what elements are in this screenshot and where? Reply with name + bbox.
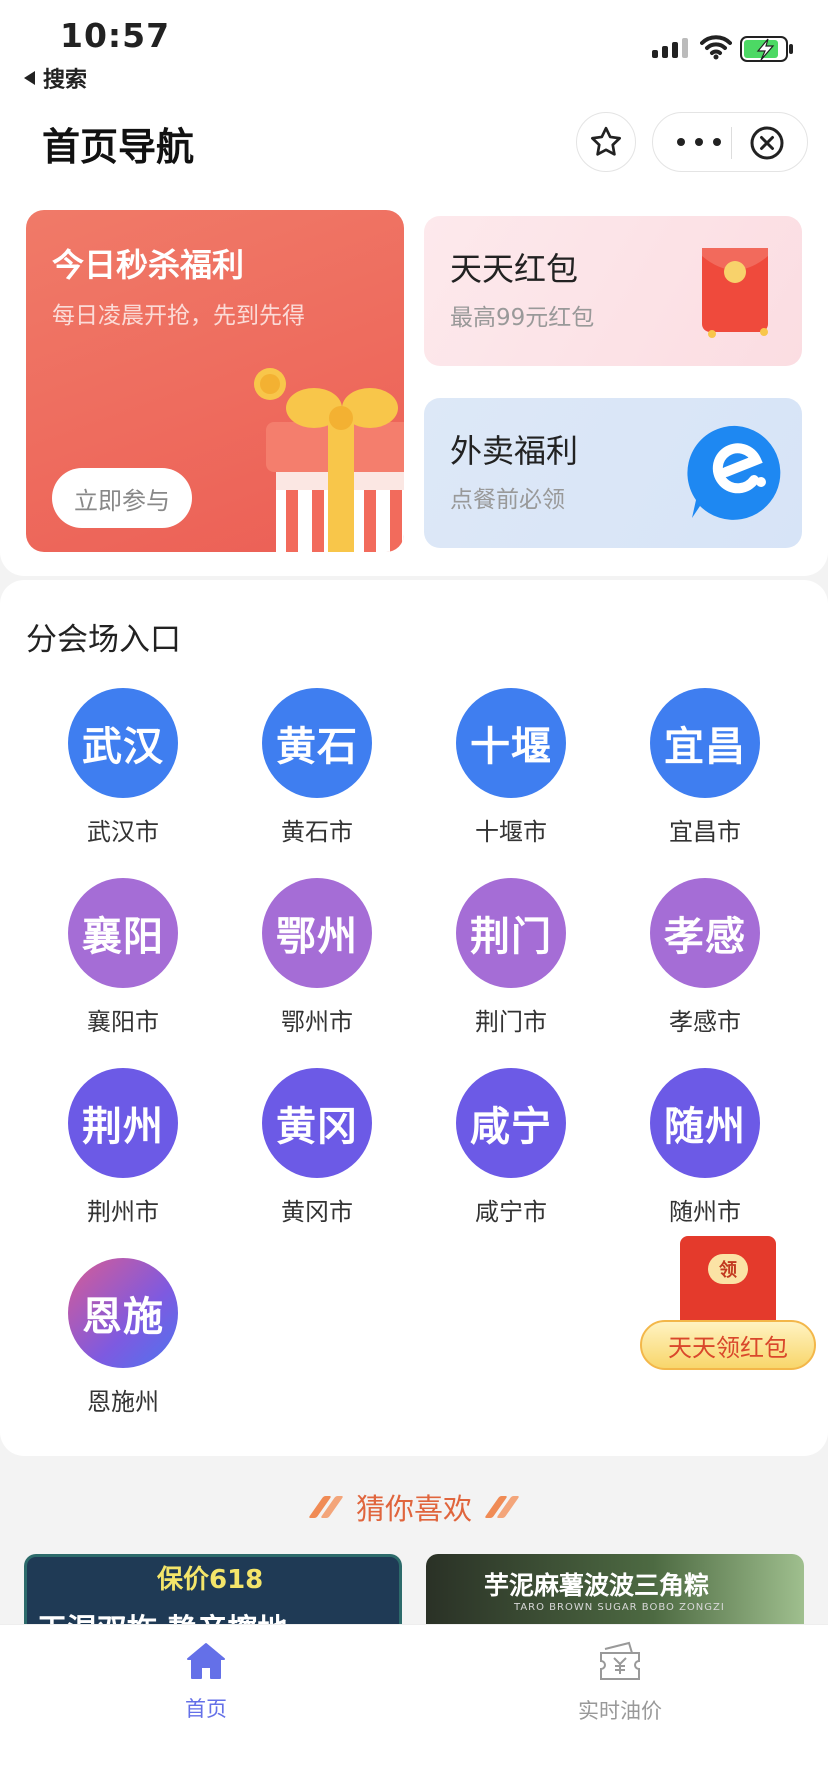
city-badge: 武汉 (68, 688, 178, 798)
mini-program-capsule (652, 112, 808, 172)
city-name: 恩施州 (87, 1388, 159, 1416)
back-to-app-link[interactable]: 搜索 (24, 62, 87, 94)
red-packet-title: 天天红包 (450, 250, 579, 288)
sub-venue-title: 分会场入口 (26, 622, 181, 658)
city-entry-huanggang[interactable]: 黄冈 黄冈市 (220, 1068, 414, 1227)
product-card[interactable]: 芋泥麻薯波波三角粽 TARO BROWN SUGAR BOBO ZONGZI (426, 1554, 804, 1624)
page-title: 首页导航 (42, 125, 195, 169)
tab-home-label: 首页 (185, 1697, 227, 1721)
city-name: 咸宁市 (475, 1198, 547, 1226)
city-entry-xiaogan[interactable]: 孝感 孝感市 (608, 878, 802, 1037)
flash-sale-subtitle: 每日凌晨开抢，先到先得 (52, 303, 305, 329)
favorite-button[interactable] (576, 112, 636, 172)
decor-slash-icon (484, 1496, 520, 1518)
floating-red-packet-label: 天天领红包 (640, 1320, 816, 1370)
more-dots-icon (677, 138, 685, 146)
battery-charging-icon (740, 36, 793, 62)
city-name: 鄂州市 (281, 1008, 353, 1036)
city-badge: 咸宁 (456, 1068, 566, 1178)
guess-you-like-title: 猜你喜欢 (355, 1492, 472, 1526)
bottom-tab-bar: 首页 实时油价 (0, 1624, 828, 1792)
city-badge: 十堰 (456, 688, 566, 798)
back-app-label: 搜索 (43, 68, 88, 93)
flash-sale-card[interactable]: 今日秒杀福利 每日凌晨开抢，先到先得 立即参与 (26, 210, 404, 552)
star-icon (591, 126, 621, 156)
eleme-logo-icon (687, 425, 781, 520)
ticket-icon (600, 1641, 640, 1680)
city-entry-suizhou[interactable]: 随州 随州市 (608, 1068, 802, 1227)
city-badge: 荆门 (456, 878, 566, 988)
takeout-welfare-card[interactable]: 外卖福利 点餐前必领 (424, 398, 802, 548)
promo-section: 今日秒杀福利 每日凌晨开抢，先到先得 立即参与 天天红包 最高99元红包 外卖福… (0, 186, 828, 576)
guess-you-like-header: 猜你喜欢 (0, 1486, 828, 1528)
join-now-button[interactable]: 立即参与 (52, 468, 192, 528)
flash-sale-title: 今日秒杀福利 (52, 246, 245, 284)
city-name: 黄冈市 (281, 1198, 353, 1226)
city-name: 荆州市 (87, 1198, 159, 1226)
status-time: 10:57 (60, 16, 171, 55)
tab-oil-price-label: 实时油价 (578, 1699, 662, 1723)
city-name: 十堰市 (475, 818, 547, 846)
navigation-bar: 首页导航 (0, 96, 828, 186)
city-entry-yichang[interactable]: 宜昌 宜昌市 (608, 688, 802, 847)
tab-home[interactable]: 首页 (106, 1641, 306, 1723)
decor-slash-icon (308, 1496, 344, 1518)
city-badge: 宜昌 (650, 688, 760, 798)
floating-red-packet-button[interactable]: 领 天天领红包 (640, 1236, 816, 1376)
home-icon (187, 1643, 225, 1679)
city-name: 随州市 (669, 1198, 741, 1226)
tab-oil-price[interactable]: 实时油价 (520, 1641, 720, 1725)
city-name: 宜昌市 (669, 818, 741, 846)
city-entry-shiyan[interactable]: 十堰 十堰市 (414, 688, 608, 847)
city-name: 荆门市 (475, 1008, 547, 1036)
city-entry-jingmen[interactable]: 荆门 荆门市 (414, 878, 608, 1037)
city-entry-huangshi[interactable]: 黄石 黄石市 (220, 688, 414, 847)
city-badge: 荆州 (68, 1068, 178, 1178)
product-title: 干湿双拖 静音擦地 (37, 1605, 287, 1624)
product-tag: 保价618 (157, 1565, 264, 1595)
cellular-signal-icon (652, 38, 688, 58)
back-triangle-icon (24, 71, 35, 85)
city-entry-xianning[interactable]: 咸宁 咸宁市 (414, 1068, 608, 1227)
more-menu-button[interactable] (677, 113, 721, 171)
city-entry-xiangyang[interactable]: 襄阳 襄阳市 (26, 878, 220, 1037)
city-entry-jingzhou[interactable]: 荆州 荆州市 (26, 1068, 220, 1227)
city-badge: 襄阳 (68, 878, 178, 988)
red-packet-subtitle: 最高99元红包 (450, 305, 595, 331)
close-miniprogram-button[interactable] (749, 125, 785, 161)
city-entry-wuhan[interactable]: 武汉 武汉市 (26, 688, 220, 847)
city-name: 黄石市 (281, 818, 353, 846)
gift-box-icon (254, 368, 404, 552)
red-envelope-icon (702, 248, 768, 338)
product-title: 芋泥麻薯波波三角粽 (484, 1571, 710, 1600)
status-bar: 10:57 搜索 (0, 0, 828, 96)
daily-red-packet-card[interactable]: 天天红包 最高99元红包 (424, 216, 802, 366)
takeout-subtitle: 点餐前必领 (450, 487, 565, 513)
product-subtitle: TARO BROWN SUGAR BOBO ZONGZI (514, 1602, 725, 1613)
city-badge: 恩施 (68, 1258, 178, 1368)
city-entry-ezhou[interactable]: 鄂州 鄂州市 (220, 878, 414, 1037)
city-name: 襄阳市 (87, 1008, 159, 1036)
city-badge: 鄂州 (262, 878, 372, 988)
city-badge: 黄石 (262, 688, 372, 798)
city-badge: 孝感 (650, 878, 760, 988)
takeout-title: 外卖福利 (450, 432, 579, 470)
claim-seal: 领 (708, 1254, 748, 1284)
product-card[interactable]: 保价618 干湿双拖 静音擦地 (24, 1554, 402, 1624)
wifi-icon (700, 35, 732, 60)
city-badge: 随州 (650, 1068, 760, 1178)
city-name: 孝感市 (669, 1008, 741, 1036)
capsule-divider (731, 127, 732, 159)
city-badge: 黄冈 (262, 1068, 372, 1178)
city-name: 武汉市 (87, 818, 159, 846)
city-entry-enshi[interactable]: 恩施 恩施州 (26, 1258, 220, 1417)
